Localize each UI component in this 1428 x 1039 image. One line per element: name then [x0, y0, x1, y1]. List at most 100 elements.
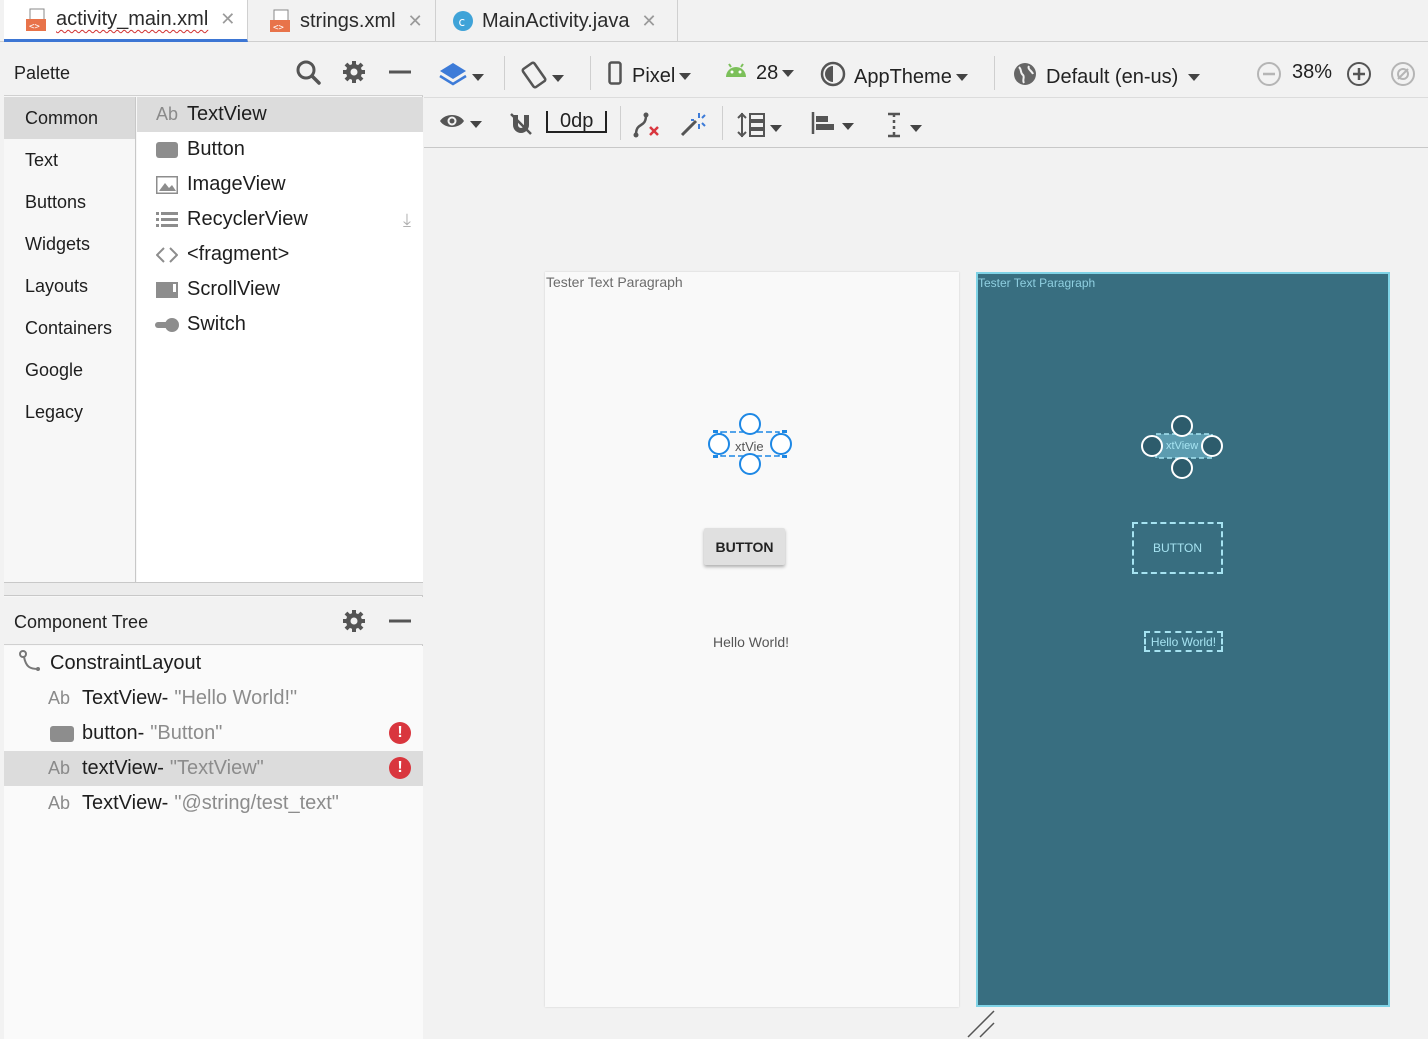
autoconnect-toggle[interactable]: [508, 111, 534, 143]
widget-button[interactable]: Button: [137, 132, 423, 167]
widget-label: Button: [187, 138, 245, 160]
widget-scrollview[interactable]: ScrollView: [137, 272, 423, 307]
resize-handle-icon[interactable]: [964, 1009, 998, 1039]
widget-label: Switch: [187, 313, 246, 335]
tree-item-name: button: [82, 722, 138, 744]
minimize-icon[interactable]: [386, 607, 414, 635]
clear-constraints-button[interactable]: [632, 111, 662, 145]
tree-item[interactable]: Ab TextView - "@string/test_text": [4, 786, 423, 821]
widget-recyclerview[interactable]: RecyclerView ⤓: [137, 202, 423, 237]
tab-mainactivity-java[interactable]: c MainActivity.java ✕: [436, 0, 678, 42]
api-level-dropdown[interactable]: 28: [724, 61, 795, 85]
category-containers[interactable]: Containers: [4, 307, 135, 349]
xml-file-icon: <>: [270, 9, 292, 33]
hello-world-textview[interactable]: Hello World!: [713, 634, 789, 650]
close-icon[interactable]: ✕: [408, 11, 423, 32]
preview-button[interactable]: BUTTON: [704, 528, 785, 565]
tree-item-dash: -: [161, 792, 169, 814]
locale-dropdown[interactable]: Default (en-us): [1012, 61, 1201, 93]
editor-tab-bar: <> activity_main.xml ✕ <> strings.xml ✕ …: [0, 0, 1428, 42]
zoom-out-button[interactable]: [1256, 61, 1282, 93]
device-dropdown[interactable]: Pixel: [608, 61, 692, 91]
tab-label: activity_main.xml: [56, 8, 209, 30]
paragraph-textview[interactable]: Tester Text Paragraph: [978, 276, 1095, 290]
fragment-icon: [155, 245, 179, 265]
tree-root-constraintlayout[interactable]: ConstraintLayout: [4, 646, 423, 681]
textview-icon: Ab: [48, 793, 71, 813]
category-legacy[interactable]: Legacy: [4, 391, 135, 433]
close-icon[interactable]: ✕: [641, 11, 656, 32]
zoom-in-button[interactable]: [1346, 61, 1372, 93]
eye-icon: [438, 111, 466, 137]
device-label: Pixel: [632, 64, 676, 87]
svg-text:<>: <>: [273, 23, 284, 33]
constraintlayout-icon: [18, 649, 42, 679]
design-editor: Pixel 28 AppTheme Default (en-us) 38% 0d…: [424, 48, 1428, 1039]
pane-splitter[interactable]: [4, 582, 423, 596]
category-text[interactable]: Text: [4, 139, 135, 181]
blueprint-preview-screen[interactable]: Tester Text Paragraph xtView BUTTON Hell…: [976, 272, 1390, 1007]
paragraph-textview[interactable]: Tester Text Paragraph: [546, 274, 683, 290]
margin-value: 0dp: [546, 111, 608, 133]
pack-dropdown[interactable]: [736, 111, 782, 145]
category-widgets[interactable]: Widgets: [4, 223, 135, 265]
hello-world-textview[interactable]: Hello World!: [1144, 631, 1223, 652]
view-options-dropdown[interactable]: [438, 111, 482, 137]
textview-icon: Ab: [48, 688, 71, 708]
chevron-down-icon: [955, 73, 968, 81]
chevron-down-icon: [770, 124, 782, 132]
textview-icon: Ab: [155, 104, 179, 124]
gear-icon[interactable]: [340, 607, 368, 635]
tree-item[interactable]: Ab TextView - "Hello World!": [4, 681, 423, 716]
widget-label: RecyclerView: [187, 208, 308, 230]
tree-item-name: TextView: [82, 792, 162, 814]
selected-textview-text: xtVie: [735, 439, 764, 454]
magic-wand-icon: [678, 111, 706, 145]
layout-canvas[interactable]: Tester Text Paragraph xtVie BUTTON Hello…: [424, 149, 1428, 1039]
chevron-down-icon: [842, 122, 854, 130]
category-common[interactable]: Common: [4, 97, 135, 139]
orientation-dropdown[interactable]: [520, 61, 564, 95]
tree-item[interactable]: Ab textView - "TextView" !: [4, 751, 423, 786]
tab-activity-main-xml[interactable]: <> activity_main.xml ✕: [4, 0, 248, 42]
category-buttons[interactable]: Buttons: [4, 181, 135, 223]
tree-label: ConstraintLayout: [50, 652, 202, 674]
error-icon[interactable]: !: [389, 722, 411, 744]
widget-textview[interactable]: Ab TextView: [137, 97, 423, 132]
tab-label: strings.xml: [300, 9, 396, 32]
selected-textview-text: xtView: [1166, 440, 1199, 452]
theme-dropdown[interactable]: AppTheme: [820, 61, 968, 93]
error-icon[interactable]: !: [389, 757, 411, 779]
chevron-down-icon: [910, 124, 922, 132]
guidelines-dropdown[interactable]: [882, 111, 922, 145]
zoom-in-icon: [1346, 61, 1372, 93]
infer-constraints-button[interactable]: [678, 111, 706, 145]
component-tree-title: Component Tree: [14, 612, 149, 632]
zoom-to-fit-button[interactable]: [1390, 61, 1416, 93]
design-surface-dropdown[interactable]: [438, 61, 484, 93]
preview-button[interactable]: BUTTON: [1132, 522, 1223, 574]
design-preview-screen[interactable]: Tester Text Paragraph xtVie BUTTON Hello…: [545, 272, 959, 1007]
tab-strings-xml[interactable]: <> strings.xml ✕: [248, 0, 436, 42]
widget-fragment[interactable]: <fragment>: [137, 237, 423, 272]
button-icon: [50, 725, 74, 742]
tree-item[interactable]: button - "Button" !: [4, 716, 423, 751]
xml-file-icon: <>: [26, 8, 48, 32]
search-icon[interactable]: [294, 58, 322, 86]
chevron-down-icon: [472, 73, 484, 81]
default-margin-field[interactable]: 0dp: [546, 111, 608, 133]
download-icon[interactable]: ⤓: [403, 210, 411, 231]
align-dropdown[interactable]: [810, 111, 854, 141]
zoom-fit-icon: [1390, 61, 1416, 93]
toolbar-separator: [620, 106, 621, 140]
gear-icon[interactable]: [340, 58, 368, 86]
widget-switch[interactable]: Switch: [137, 307, 423, 342]
close-icon[interactable]: ✕: [220, 9, 235, 30]
zoom-out-icon: [1256, 61, 1282, 93]
category-google[interactable]: Google: [4, 349, 135, 391]
button-icon: [155, 140, 179, 160]
minimize-icon[interactable]: [386, 58, 414, 86]
distribute-icon: [736, 111, 766, 145]
widget-imageview[interactable]: ImageView: [137, 167, 423, 202]
category-layouts[interactable]: Layouts: [4, 265, 135, 307]
